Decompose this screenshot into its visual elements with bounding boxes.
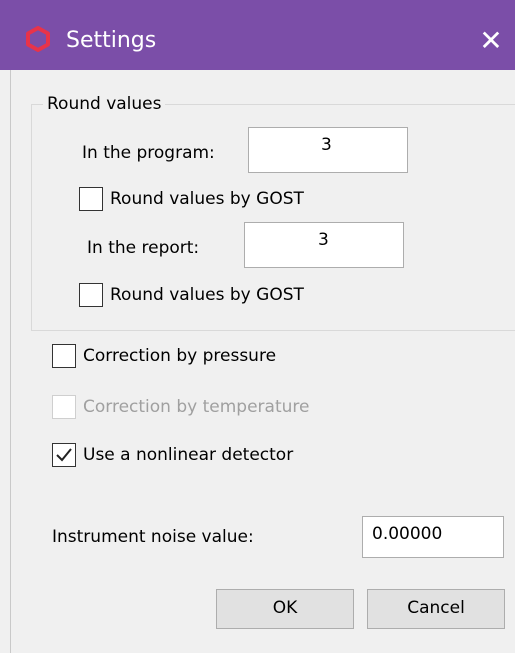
pressure-correction-label: Correction by pressure	[83, 346, 277, 366]
noise-value-input[interactable]: 0.00000	[362, 516, 504, 558]
window-left-border	[10, 70, 11, 653]
temperature-correction-checkbox: Correction by temperature	[52, 395, 372, 421]
temperature-correction-checkbox-box	[52, 395, 76, 419]
cancel-button[interactable]: Cancel	[367, 589, 505, 629]
report-gost-checkbox-label: Round values by GOST	[110, 285, 304, 305]
close-icon[interactable]: ✕	[468, 18, 514, 64]
program-precision-input[interactable]: 3	[248, 127, 408, 173]
window-title: Settings	[66, 28, 157, 53]
nonlinear-detector-checkbox[interactable]: Use a nonlinear detector	[52, 443, 352, 469]
program-gost-checkbox-label: Round values by GOST	[110, 189, 304, 209]
pressure-correction-checkbox-box[interactable]	[52, 344, 76, 368]
report-gost-checkbox-box[interactable]	[79, 283, 103, 307]
report-precision-input[interactable]: 3	[244, 222, 404, 268]
nonlinear-detector-checkbox-box[interactable]	[52, 443, 76, 467]
hexagon-icon	[26, 26, 50, 52]
noise-value-label: Instrument noise value:	[52, 527, 254, 547]
pressure-correction-checkbox[interactable]: Correction by pressure	[52, 344, 352, 370]
program-gost-checkbox-box[interactable]	[79, 187, 103, 211]
checkmark-icon	[56, 448, 72, 462]
program-gost-checkbox[interactable]: Round values by GOST	[79, 187, 359, 213]
title-bar: Settings ✕	[0, 0, 515, 70]
nonlinear-detector-label: Use a nonlinear detector	[83, 445, 294, 465]
round-values-group-label: Round values	[43, 92, 166, 116]
report-precision-label: In the report:	[87, 238, 200, 258]
program-precision-label: In the program:	[82, 143, 215, 163]
ok-button[interactable]: OK	[216, 589, 354, 629]
report-gost-checkbox[interactable]: Round values by GOST	[79, 283, 359, 309]
temperature-correction-label: Correction by temperature	[83, 397, 310, 417]
